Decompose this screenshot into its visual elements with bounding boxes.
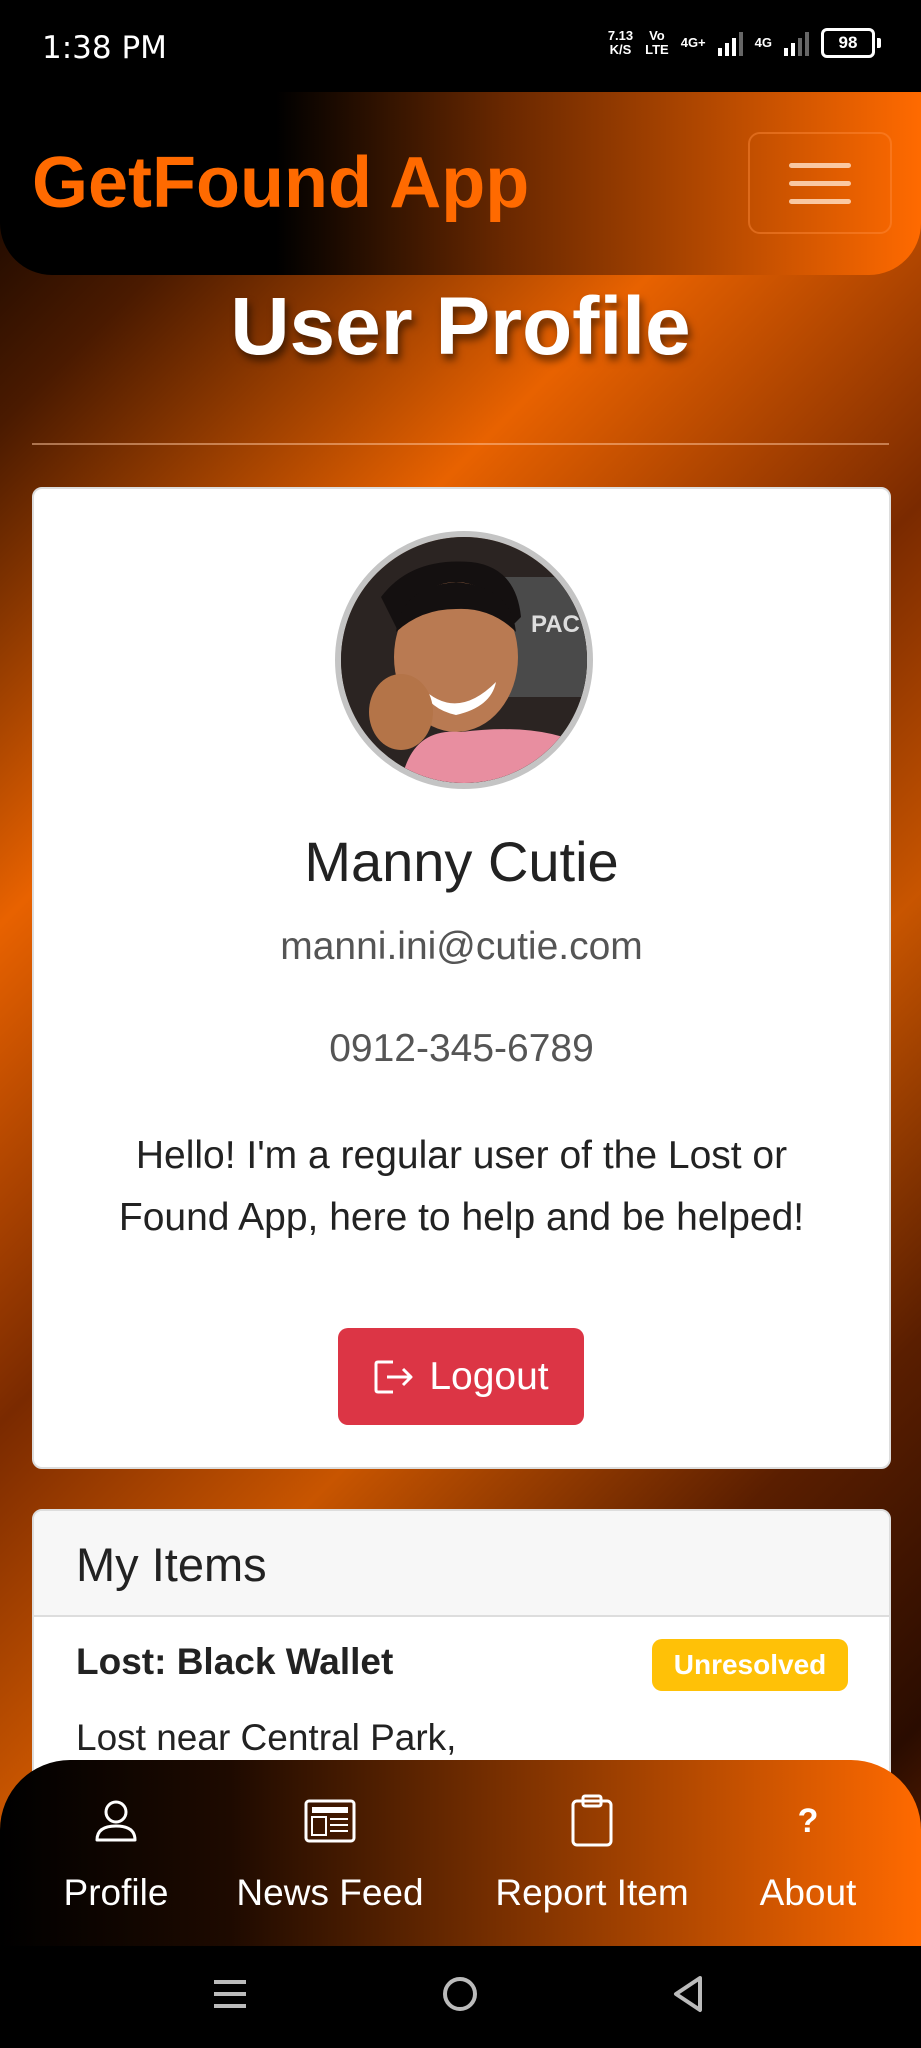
svg-text:?: ? — [798, 1802, 819, 1840]
bottom-nav: Profile News Feed Report Item ? About — [0, 1760, 921, 1946]
nav-item-report-item[interactable]: Report Item — [484, 1790, 700, 1914]
avatar-photo: PAC — [341, 537, 587, 783]
brand-logo[interactable]: GetFound App — [32, 142, 529, 224]
my-items-title: My Items — [76, 1538, 267, 1591]
system-nav-bar — [0, 1946, 921, 2048]
home-icon[interactable] — [440, 1974, 480, 2019]
status-icons: 7.13 K/S Vo LTE 4G+ 4G 98 — [608, 28, 881, 58]
profile-card: PAC Manny Cutie manni.ini@cutie.com 0912… — [32, 487, 891, 1469]
my-items-header: My Items — [34, 1511, 889, 1617]
avatar: PAC — [335, 531, 593, 789]
nav-item-about[interactable]: ? About — [752, 1790, 864, 1914]
logout-button[interactable]: Logout — [338, 1328, 584, 1425]
back-icon[interactable] — [668, 1974, 708, 2019]
volte-indicator: Vo LTE — [645, 28, 669, 57]
item-description: Lost near Central Park, — [76, 1717, 457, 1758]
sim2-network-type: 4G — [754, 35, 772, 50]
nav-label-profile: Profile — [63, 1872, 169, 1913]
person-icon — [58, 1790, 174, 1852]
battery-level: 98 — [821, 28, 875, 58]
status-time: 1:38 PM — [42, 30, 167, 66]
user-phone: 0912-345-6789 — [329, 1027, 594, 1070]
status-badge: Unresolved — [652, 1639, 848, 1691]
page-title: User Profile — [230, 281, 691, 372]
signal-sim1-icon — [717, 30, 743, 56]
recents-icon[interactable] — [210, 1974, 250, 2019]
user-email: manni.ini@cutie.com — [280, 925, 643, 968]
newspaper-icon — [228, 1790, 432, 1852]
svg-text:PAC: PAC — [531, 611, 580, 638]
hamburger-menu-icon[interactable] — [748, 132, 892, 234]
divider — [32, 443, 889, 445]
user-name: Manny Cutie — [304, 830, 619, 893]
nav-item-news-feed[interactable]: News Feed — [228, 1790, 432, 1914]
nav-label-about: About — [759, 1872, 857, 1913]
signal-sim2-icon — [784, 30, 809, 56]
nav-label-report-item: Report Item — [495, 1872, 689, 1913]
network-speed: 7.13 K/S — [607, 28, 634, 57]
sim1-network-type: 4G+ — [680, 35, 706, 50]
logout-label: Logout — [429, 1354, 549, 1398]
nav-item-profile[interactable]: Profile — [58, 1790, 174, 1914]
battery-icon: 98 — [821, 28, 881, 58]
logout-icon — [374, 1360, 413, 1393]
item-title[interactable]: Lost: Black Wallet — [76, 1641, 393, 1683]
status-bar: 1:38 PM 7.13 K/S Vo LTE 4G+ 4G 98 — [0, 0, 921, 92]
top-navbar: GetFound App — [0, 92, 921, 275]
user-bio: Hello! I'm a regular user of the Lost or… — [118, 1134, 805, 1239]
question-icon: ? — [752, 1790, 864, 1852]
nav-label-news-feed: News Feed — [236, 1872, 424, 1913]
clipboard-icon — [484, 1790, 700, 1852]
